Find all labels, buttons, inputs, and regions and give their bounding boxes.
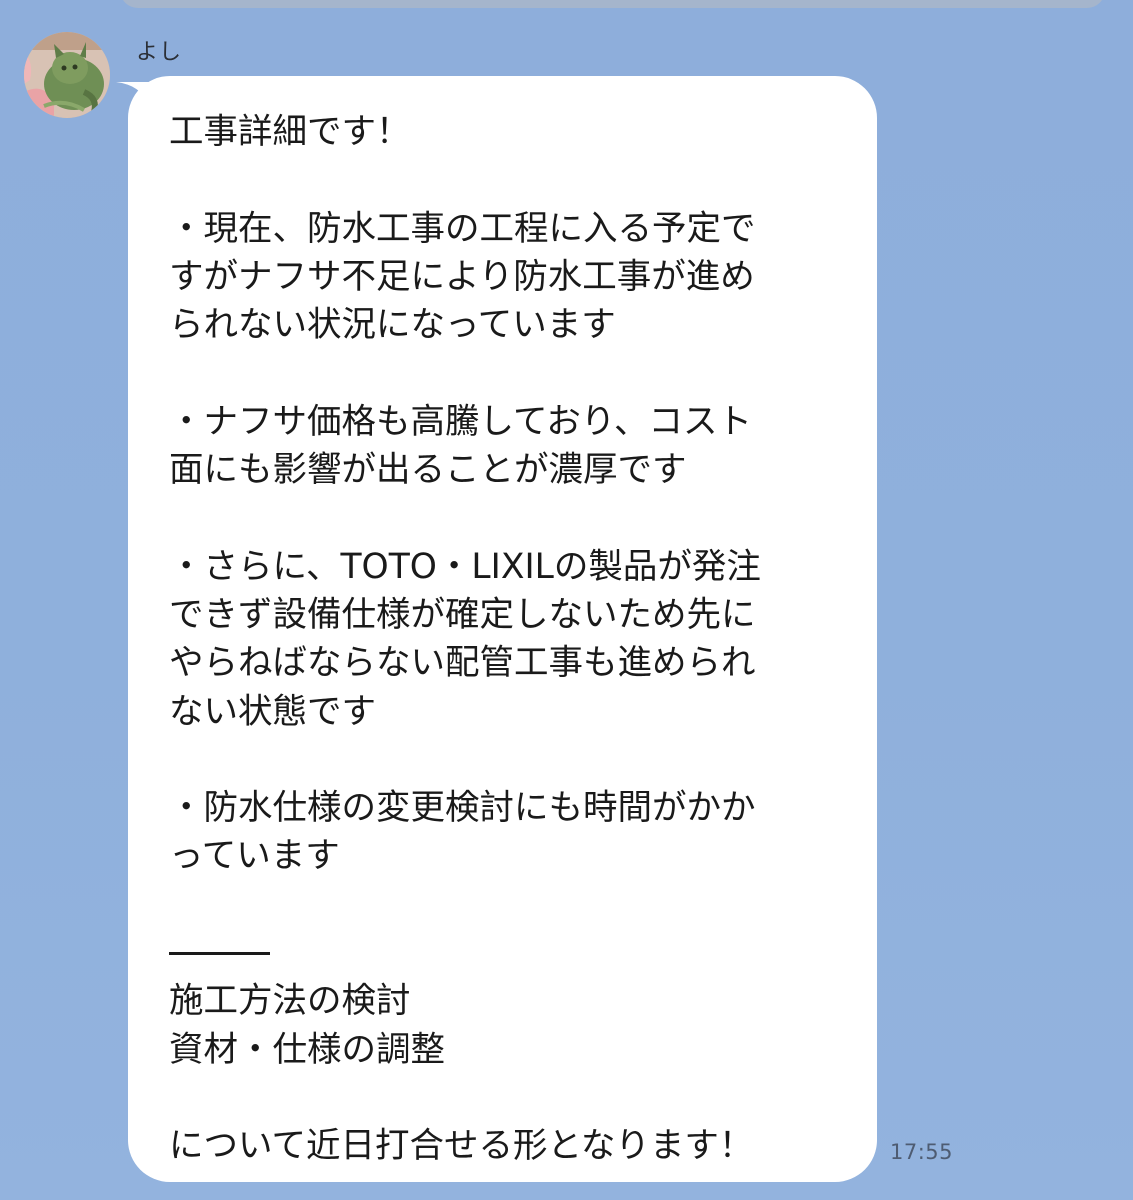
message-bubble[interactable]: 工事詳細です！ ・現在、防水工事の工程に入る予定で すがナフサ不足により防水工事… bbox=[128, 76, 877, 1182]
cat-avatar-icon bbox=[24, 32, 110, 118]
sender-name: よし bbox=[136, 40, 183, 65]
message-line: ない状態です bbox=[169, 691, 376, 732]
message-line: やらねばならない配管工事も進められ bbox=[169, 643, 756, 684]
message-line: ・現在、防水工事の工程に入る予定で bbox=[169, 208, 756, 249]
message-line: について近日打合せる形となります！ bbox=[169, 1126, 754, 1167]
message-line: すがナフサ不足により防水工事が進め bbox=[169, 256, 755, 297]
message-line: 施工方法の検討 bbox=[169, 981, 411, 1022]
sender-avatar[interactable] bbox=[24, 32, 110, 118]
message-line: 工事詳細です！ bbox=[169, 112, 411, 152]
previous-message-bubble bbox=[120, 0, 1105, 8]
message-line: ・防水仕様の変更検討にも時間がかか bbox=[169, 788, 756, 829]
divider-line bbox=[169, 929, 847, 977]
message-line: 資材・仕様の調整 bbox=[169, 1029, 445, 1070]
message-timestamp: 17:55 bbox=[890, 1140, 954, 1164]
message-line: られない状況になっています bbox=[169, 305, 616, 346]
message-line: ・さらに、TOTO・LIXILの製品が発注 bbox=[169, 546, 761, 587]
message-line: ・ナフサ価格も高騰しており、コスト bbox=[169, 401, 753, 442]
message-line: 面にも影響が出ることが濃厚です bbox=[169, 450, 687, 491]
message-line: できず設備仕様が確定しないため先に bbox=[169, 594, 756, 635]
message-line: っています bbox=[169, 836, 340, 877]
